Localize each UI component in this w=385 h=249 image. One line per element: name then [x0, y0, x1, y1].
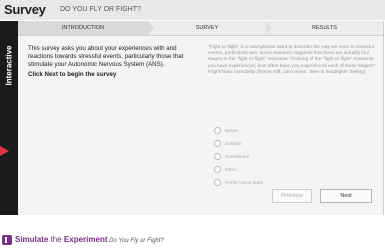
next-button[interactable]: Next [320, 189, 372, 203]
option-sometimes[interactable]: Sometimes [214, 153, 249, 160]
option-label: Often [225, 167, 237, 173]
radio-icon[interactable] [214, 127, 221, 134]
option-label: Prefer not to state [225, 180, 264, 186]
option-label: Never [225, 128, 238, 134]
side-tab-label: Interactive [4, 45, 14, 86]
intro-paragraph: This survey asks you about your experien… [28, 45, 184, 69]
page-title: Survey [4, 2, 46, 17]
step-introduction[interactable]: INTRODUCTION [18, 21, 148, 35]
simulate-icon [2, 235, 12, 245]
radio-icon[interactable] [214, 140, 221, 147]
radio-icon[interactable] [214, 166, 221, 173]
radio-icon[interactable] [214, 179, 221, 186]
footer-text: Simulate the Experiment Do You Fly or Fi… [15, 235, 164, 244]
intro-text-pane: This survey asks you about your experien… [28, 45, 188, 79]
header-bar: Survey DO YOU FLY OR FIGHT? [0, 0, 385, 20]
option-never[interactable]: Never [214, 127, 238, 134]
option-seldom[interactable]: Seldom [214, 140, 241, 147]
survey-panel: INTRODUCTION SURVEY RESULTS This survey … [18, 21, 384, 215]
page-subtitle: DO YOU FLY OR FIGHT? [60, 6, 141, 13]
step-survey[interactable]: SURVEY [148, 21, 266, 35]
question-pane: "Fight or flight" is a catchphrase used … [208, 45, 382, 195]
arrow-icon [0, 146, 9, 156]
option-prefer-not-to-state[interactable]: Prefer not to state [214, 179, 263, 186]
intro-cta: Click Next to begin the survey [28, 70, 117, 78]
footer-experiment-title: Do You Fly or Fight? [107, 238, 164, 244]
question-text: "Fight or flight" is a catchphrase used … [208, 45, 375, 75]
previous-button[interactable]: Previous [272, 189, 312, 203]
footer-simulate: Simulate [15, 235, 49, 244]
radio-icon[interactable] [214, 153, 221, 160]
interactive-side-tab: Interactive [0, 21, 18, 215]
footer-experiment: Experiment [63, 235, 108, 244]
option-often[interactable]: Often [214, 166, 237, 173]
option-label: Sometimes [225, 154, 249, 160]
footer-caption: Simulate the Experiment Do You Fly or Fi… [0, 232, 385, 249]
step-results[interactable]: RESULTS [266, 21, 383, 35]
progress-steps: INTRODUCTION SURVEY RESULTS [18, 21, 383, 36]
option-label: Seldom [225, 141, 242, 147]
footer-the: the [48, 235, 64, 244]
